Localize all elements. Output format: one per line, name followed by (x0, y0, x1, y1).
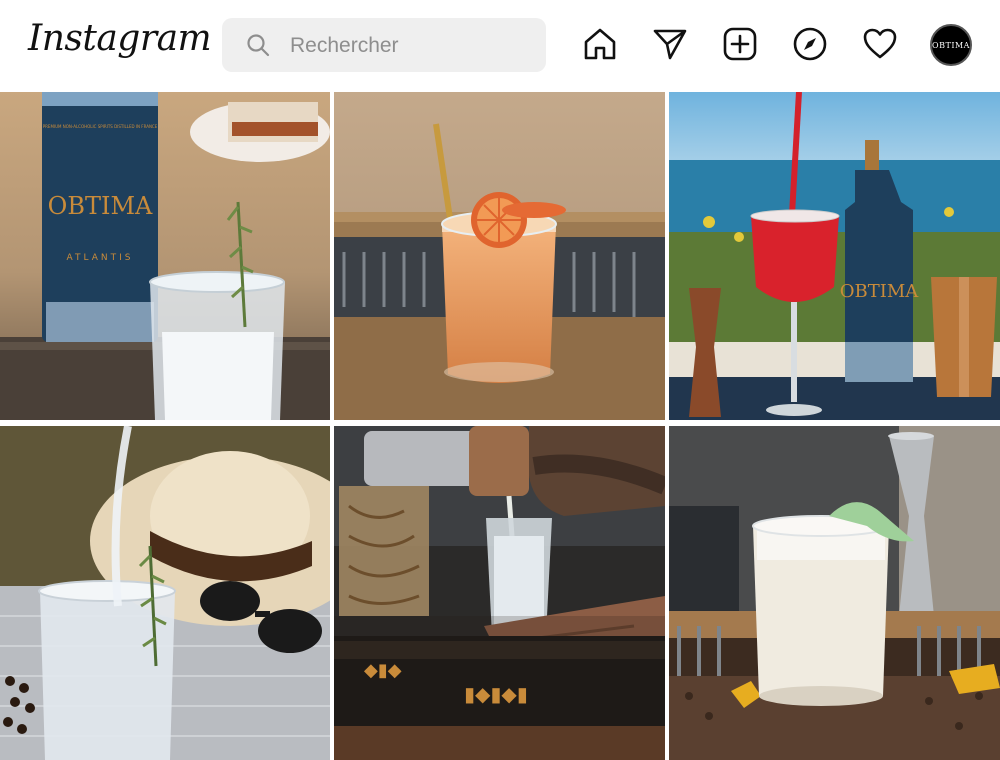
post-image-red-drink-seaside: OBTIMA (669, 92, 1000, 420)
home-icon[interactable] (582, 26, 618, 62)
bottle-sub-label: ATLANTIS (67, 253, 134, 263)
post-image-bottle-and-glass: OBTIMA ATLANTIS PREMIUM NON-ALCOHOLIC SP… (0, 92, 330, 420)
search-icon (247, 34, 270, 57)
bottle-small-label: PREMIUM NON-ALCOHOLIC SPIRITS DISTILLED … (43, 124, 158, 129)
bottle-brand-label: OBTIMA (48, 192, 153, 220)
svg-text:▮◆▮◆▮: ▮◆▮◆▮ (464, 682, 528, 706)
activity-heart-icon[interactable] (862, 26, 898, 62)
post-thumbnail[interactable]: OBTIMA (669, 92, 1000, 420)
profile-avatar[interactable]: OBTIMA (930, 24, 972, 66)
search-input[interactable] (288, 30, 532, 62)
post-thumbnail[interactable] (669, 426, 1000, 760)
post-image-bartender-pouring: ◆▮◆ ▮◆▮◆▮ (334, 426, 665, 760)
bottle-brand-label: OBTIMA (840, 281, 920, 302)
top-navigation-bar: Instagram OBTIMA (0, 0, 1000, 90)
svg-text:◆▮◆: ◆▮◆ (364, 660, 402, 681)
post-grid: OBTIMA ATLANTIS PREMIUM NON-ALCOHOLIC SP… (0, 92, 1000, 760)
post-image-hat-sunglasses-glass (0, 426, 330, 760)
new-post-icon[interactable] (722, 26, 758, 62)
post-thumbnail[interactable] (334, 92, 665, 420)
search-bar[interactable] (222, 18, 546, 72)
avatar-text: OBTIMA (932, 40, 970, 50)
post-image-white-cocktail (669, 426, 1000, 760)
post-image-orange-cocktail (334, 92, 665, 420)
post-thumbnail[interactable] (0, 426, 330, 760)
instagram-logo[interactable]: Instagram (28, 18, 212, 59)
post-thumbnail[interactable]: ◆▮◆ ▮◆▮◆▮ (334, 426, 665, 760)
direct-message-icon[interactable] (652, 26, 688, 62)
explore-icon[interactable] (792, 26, 828, 62)
post-thumbnail[interactable]: OBTIMA ATLANTIS PREMIUM NON-ALCOHOLIC SP… (0, 92, 330, 420)
